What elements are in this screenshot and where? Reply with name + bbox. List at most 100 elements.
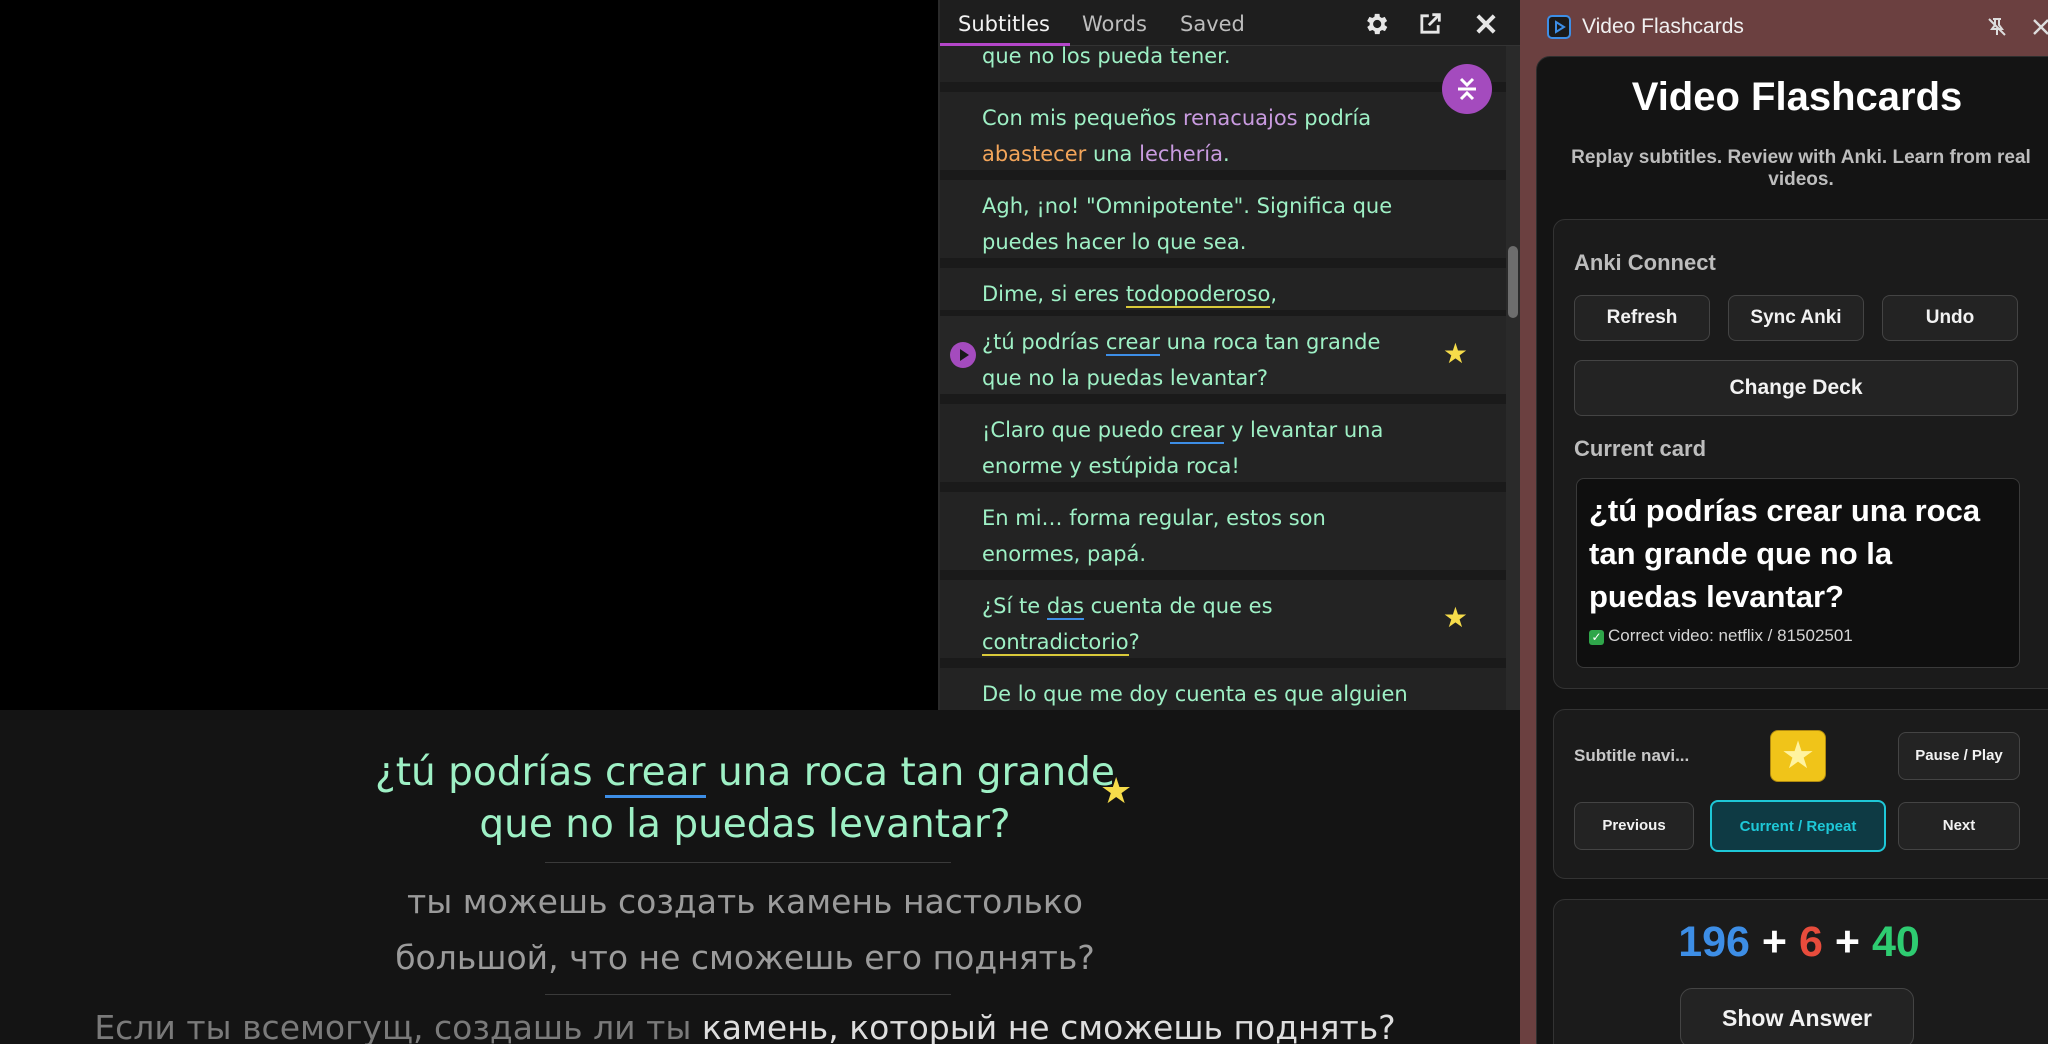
subtitle-row-text: cuenta de que es: [1083, 594, 1273, 618]
current-card-box: ¿tú podrías crear una roca tan grande qu…: [1576, 478, 2020, 668]
new-count: 196: [1678, 918, 1750, 966]
anki-connect-heading: Anki Connect: [1574, 250, 1716, 275]
current-card-heading: Current card: [1574, 436, 1707, 461]
subtitle-row[interactable]: Dime, si eres todopoderoso,: [940, 268, 1506, 310]
subtitle-word-crear[interactable]: crear: [605, 750, 706, 798]
gear-icon[interactable]: [1362, 10, 1390, 38]
undo-button[interactable]: Undo: [1882, 295, 2018, 341]
word-todopoderoso[interactable]: todopoderoso: [1125, 282, 1271, 308]
subtitle-row-text: Dime, si eres: [982, 282, 1126, 306]
subtitle-row-text: podría: [1297, 106, 1372, 130]
pause-play-button[interactable]: Pause / Play: [1898, 732, 2020, 780]
tab-saved[interactable]: Saved: [1180, 12, 1245, 36]
subtitle-list-scrollbar[interactable]: [1506, 46, 1520, 710]
subtitle-row-text: .: [1222, 142, 1230, 166]
flashcards-sidebar: Video Flashcards Video Flashcards Replay…: [1520, 0, 2048, 1044]
star-icon[interactable]: ★: [1443, 336, 1468, 372]
alternate-translation-text: Если ты всемогущ, создашь ли ты: [94, 1008, 702, 1044]
current-card-text: ¿tú podrías crear una roca tan grande qu…: [1589, 493, 1981, 614]
subtitle-star-icon[interactable]: ★: [1100, 770, 1132, 812]
subtitle-navigation-label: Subtitle navi...: [1574, 746, 1690, 765]
subtitle-row-current[interactable]: ¿tú podrías crear una roca tan grande qu…: [940, 316, 1506, 394]
primary-subtitle-line-2: que no la puedas levantar?: [479, 802, 1011, 847]
subtitle-divider: [545, 862, 951, 863]
show-answer-button[interactable]: Show Answer: [1680, 988, 1914, 1044]
change-deck-button[interactable]: Change Deck: [1574, 360, 2018, 416]
word-abastecer[interactable]: abastecer: [982, 142, 1086, 166]
primary-subtitle-line-1: ¿tú podrías crear una roca tan grande: [0, 746, 1490, 799]
subtitle-row[interactable]: Agh, ¡no! "Omnipotente". Significa que p…: [940, 180, 1506, 258]
panel-tabs: Subtitles Words Saved: [940, 0, 1520, 47]
subtitle-text: ¿tú podrías: [375, 750, 606, 795]
close-icon[interactable]: [1472, 10, 1500, 38]
alternate-translation: Если ты всемогущ, создашь ли ты камень, …: [0, 1008, 1490, 1044]
tab-subtitles[interactable]: Subtitles: [958, 12, 1050, 36]
subtitle-row-text: que no los pueda tener.: [982, 46, 1231, 68]
plus-sign: +: [1834, 918, 1860, 966]
subtitle-row[interactable]: ¿Sí te das cuenta de que es contradictor…: [940, 580, 1506, 658]
subtitle-row[interactable]: Con mis pequeños renacuajos podría abaste…: [940, 92, 1506, 170]
subtitle-navigation-card: Subtitle navi... ★ Pause / Play Previous…: [1553, 709, 2048, 879]
word-renacuajos[interactable]: renacuajos: [1183, 106, 1298, 130]
subtitle-row-text: ,: [1270, 282, 1277, 306]
word-das[interactable]: das: [1046, 594, 1084, 620]
subtitle-row-text: ¿tú podrías: [982, 330, 1106, 354]
app-logo-icon: [1547, 15, 1571, 39]
subtitle-row[interactable]: En mi… forma regular, estos son enormes,…: [940, 492, 1506, 570]
subtitle-text: una roca tan grande: [705, 750, 1115, 795]
star-icon: ★: [1780, 735, 1816, 777]
subtitle-row-text: Agh, ¡no! "Omnipotente". Significa que p…: [982, 194, 1393, 254]
translation-line-1: ты можешь создать камень настолько: [407, 882, 1083, 921]
due-counts: 196 + 6 + 40: [1554, 918, 2044, 967]
sidebar-header: Video Flashcards: [1520, 0, 2048, 56]
video-area[interactable]: [0, 0, 940, 710]
star-button[interactable]: ★: [1770, 730, 1826, 782]
subtitle-row-text: ¿Sí te: [982, 594, 1047, 618]
sidebar-close-icon[interactable]: [2030, 16, 2048, 38]
export-icon[interactable]: [1416, 10, 1444, 38]
plus-sign: +: [1761, 918, 1788, 966]
screen: ¿tú podrías crear una roca tan grande qu…: [0, 0, 2048, 1044]
subtitle-bar: ¿tú podrías crear una roca tan grande qu…: [0, 710, 1520, 1044]
sync-anki-button[interactable]: Sync Anki: [1728, 295, 1864, 341]
subtitle-row-text: En mi… forma regular, estos son enormes,…: [982, 506, 1326, 566]
subtitle-row-text: ¡Claro que puedo: [982, 418, 1171, 442]
translation-line-2: большой, что не сможешь его поднять?: [395, 938, 1095, 977]
collapse-icon[interactable]: [1442, 64, 1492, 114]
word-lecheria[interactable]: lechería: [1139, 142, 1223, 166]
check-icon: ✓: [1589, 630, 1604, 645]
subtitle-divider: [545, 994, 951, 995]
subtitle-row[interactable]: ¡Claro que puedo crear y levantar una en…: [940, 404, 1506, 482]
subtitle-row-text: De lo que me doy cuenta es que alguien d…: [982, 682, 1408, 706]
next-button[interactable]: Next: [1898, 802, 2020, 850]
subtitle-row-text: Con mis pequeños: [982, 106, 1183, 130]
word-crear[interactable]: crear: [1105, 330, 1160, 356]
subtitle-row[interactable]: que no los pueda tener.: [940, 46, 1506, 82]
word-crear[interactable]: crear: [1170, 418, 1225, 444]
card-video-status-text: Correct video: netflix / 81502501: [1608, 626, 1853, 645]
subtitle-row[interactable]: De lo que me doy cuenta es que alguien d…: [940, 668, 1506, 710]
word-contradictorio[interactable]: contradictorio: [982, 630, 1129, 656]
learning-count: 6: [1798, 918, 1823, 966]
refresh-button[interactable]: Refresh: [1574, 295, 1710, 341]
app-tagline: Replay subtitles. Review with Anki. Lear…: [1571, 147, 2031, 190]
star-icon[interactable]: ★: [1443, 600, 1468, 636]
current-repeat-button[interactable]: Current / Repeat: [1710, 800, 1886, 852]
previous-button[interactable]: Previous: [1574, 802, 1694, 850]
alternate-translation-text: камень, который не сможешь поднять?: [701, 1008, 1396, 1044]
tab-words[interactable]: Words: [1082, 12, 1147, 36]
scrollbar-thumb[interactable]: [1508, 246, 1518, 318]
sidebar-content: Video Flashcards Replay subtitles. Revie…: [1536, 56, 2048, 1044]
sidebar-window-title: Video Flashcards: [1582, 15, 1744, 38]
review-count: 40: [1871, 918, 1920, 966]
app-title: Video Flashcards: [1631, 75, 1963, 119]
unpin-icon[interactable]: [1986, 16, 2008, 38]
play-icon[interactable]: [950, 342, 976, 368]
review-card: 196 + 6 + 40 Show Answer: [1553, 899, 2048, 1044]
anki-connect-card: Anki Connect Refresh Sync Anki Undo Chan…: [1553, 219, 2048, 689]
card-video-status: ✓ Correct video: netflix / 81502501: [1589, 626, 2007, 646]
subtitle-row-text: una: [1086, 142, 1140, 166]
subtitle-panel: Subtitles Words Saved que no los pueda t…: [938, 0, 1520, 710]
subtitle-row-text: ?: [1128, 630, 1140, 654]
subtitle-list: que no los pueda tener. Con mis pequeños…: [940, 46, 1510, 710]
